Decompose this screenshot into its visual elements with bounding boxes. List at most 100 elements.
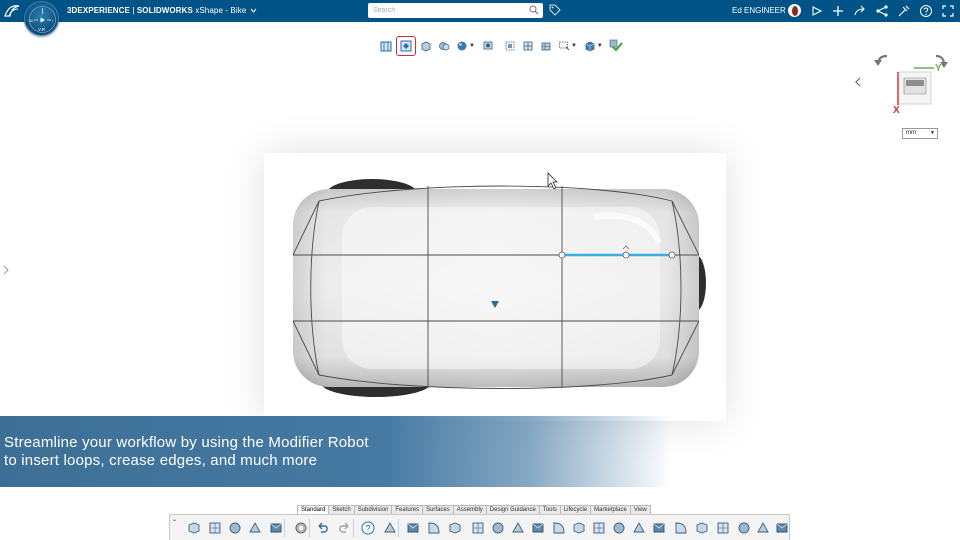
layers-button[interactable] — [436, 38, 452, 54]
tag-icon[interactable] — [549, 4, 561, 16]
command-separator — [309, 519, 310, 537]
ds-logo-icon[interactable] — [4, 4, 20, 18]
sphere-dropdown-caret[interactable]: ▼ — [469, 43, 475, 49]
convert-icon[interactable] — [673, 520, 689, 536]
edge-handle-end — [668, 251, 676, 259]
sphere-primitive-icon[interactable] — [490, 520, 506, 536]
shell-icon[interactable] — [611, 520, 627, 536]
edge-handle-mid — [622, 251, 630, 259]
edge-handle-start — [558, 251, 566, 259]
redo-icon[interactable] — [336, 520, 352, 536]
mesh-tool-icon[interactable] — [774, 520, 790, 536]
view-cube-graphic — [874, 54, 948, 105]
svg-text:3D: 3D — [29, 18, 34, 23]
command-bar: ⌄ ? — [169, 514, 790, 540]
compass-label: V.R — [38, 27, 46, 32]
settings-icon[interactable] — [293, 520, 309, 536]
search-placeholder: Search — [373, 7, 396, 14]
brand-title[interactable]: 3DEXPERIENCE | SOLIDWORKS xShape - Bike — [67, 6, 257, 15]
display-icon — [483, 41, 493, 50]
chevron-left-icon[interactable] — [851, 75, 865, 89]
subdivision-model[interactable] — [264, 153, 726, 421]
face-icon[interactable] — [470, 520, 486, 536]
tools-icon[interactable] — [897, 4, 911, 18]
box-button[interactable] — [418, 38, 434, 54]
search-input[interactable]: Search — [368, 3, 543, 18]
mirror-icon[interactable] — [571, 520, 587, 536]
svg-text:i: i — [52, 18, 53, 23]
compass-widget[interactable]: 3D i V.R — [24, 1, 59, 36]
extrude-icon[interactable] — [447, 520, 463, 536]
axis-x-label: X — [893, 105, 900, 116]
brand-separator: | — [130, 6, 137, 15]
bracket-icon[interactable] — [755, 520, 771, 536]
box-primitive-icon[interactable] — [405, 520, 421, 536]
layers-icon — [439, 42, 450, 51]
forward-icon[interactable] — [853, 4, 867, 18]
svg-text:?: ? — [366, 524, 371, 534]
search-icon[interactable] — [529, 5, 539, 15]
modifier-robot-icon — [400, 40, 412, 52]
units-value: mm — [906, 130, 916, 136]
help-icon[interactable]: ? — [360, 520, 376, 536]
help-icon[interactable] — [919, 4, 933, 18]
sphere-button[interactable] — [454, 38, 470, 54]
caption-banner: Streamline your workflow by using the Mo… — [0, 416, 960, 487]
fullscreen-icon[interactable] — [941, 4, 955, 18]
plus-icon[interactable] — [831, 4, 845, 18]
revolve-icon[interactable] — [510, 520, 526, 536]
sweep-icon[interactable] — [530, 520, 546, 536]
view-cube-button[interactable] — [582, 38, 598, 54]
command-separator — [353, 519, 354, 537]
new-part-icon[interactable] — [186, 520, 202, 536]
mesh-select-button[interactable] — [538, 38, 554, 54]
fillet-icon[interactable] — [651, 520, 667, 536]
box-icon — [421, 41, 431, 52]
check-button[interactable] — [608, 38, 624, 54]
units-select[interactable]: mm — [902, 128, 938, 139]
open-icon[interactable] — [207, 520, 223, 536]
user-name[interactable]: Ed ENGINEER — [732, 6, 786, 15]
properties-icon[interactable] — [382, 520, 398, 536]
view-cube-icon — [585, 41, 595, 52]
mesh-select-icon — [541, 42, 551, 51]
network-icon[interactable] — [875, 4, 889, 18]
app-name: xShape - Bike — [192, 6, 247, 15]
crease-icon[interactable] — [631, 520, 647, 536]
command-separator — [398, 519, 399, 537]
frame-button[interactable] — [502, 38, 518, 54]
part-icon[interactable] — [736, 520, 752, 536]
measure-icon[interactable] — [694, 520, 710, 536]
view-cube[interactable]: Y X — [868, 50, 954, 120]
frame-icon — [505, 41, 515, 51]
grid-icon[interactable] — [426, 520, 442, 536]
caption-line-1: Streamline your workflow by using the Mo… — [4, 434, 369, 451]
section-view-button[interactable] — [378, 38, 394, 54]
undo-icon[interactable] — [315, 520, 331, 536]
loft-icon[interactable] — [551, 520, 567, 536]
select-box-button[interactable] — [556, 38, 572, 54]
caption-line-2: to insert loops, crease edges, and much … — [4, 452, 318, 469]
command-separator — [284, 519, 285, 537]
view-cube-dropdown-caret[interactable]: ▼ — [597, 43, 603, 49]
align-icon[interactable] — [591, 520, 607, 536]
chevron-down-icon[interactable] — [250, 8, 257, 13]
model-viewport[interactable] — [264, 153, 726, 421]
top-bar: 3DEXPERIENCE | SOLIDWORKS xShape - Bike … — [0, 0, 960, 22]
brand-product: SOLIDWORKS — [136, 6, 193, 15]
select-box-icon — [559, 41, 570, 51]
avatar[interactable] — [788, 4, 801, 17]
share-icon[interactable] — [810, 4, 824, 18]
sphere-icon — [457, 41, 467, 51]
save-icon[interactable] — [227, 520, 243, 536]
select-box-dropdown-caret[interactable]: ▼ — [571, 43, 577, 49]
check-icon — [609, 39, 623, 52]
mesh-button[interactable] — [520, 38, 536, 54]
rebuild-icon[interactable] — [247, 520, 263, 536]
options-doc-icon[interactable] — [268, 520, 284, 536]
panel-expand-icon[interactable] — [2, 265, 10, 275]
collapse-caret-icon[interactable]: ⌄ — [172, 516, 177, 523]
smooth-icon[interactable] — [715, 520, 731, 536]
modifier-robot-button[interactable] — [396, 36, 416, 56]
display-button[interactable] — [480, 38, 496, 54]
